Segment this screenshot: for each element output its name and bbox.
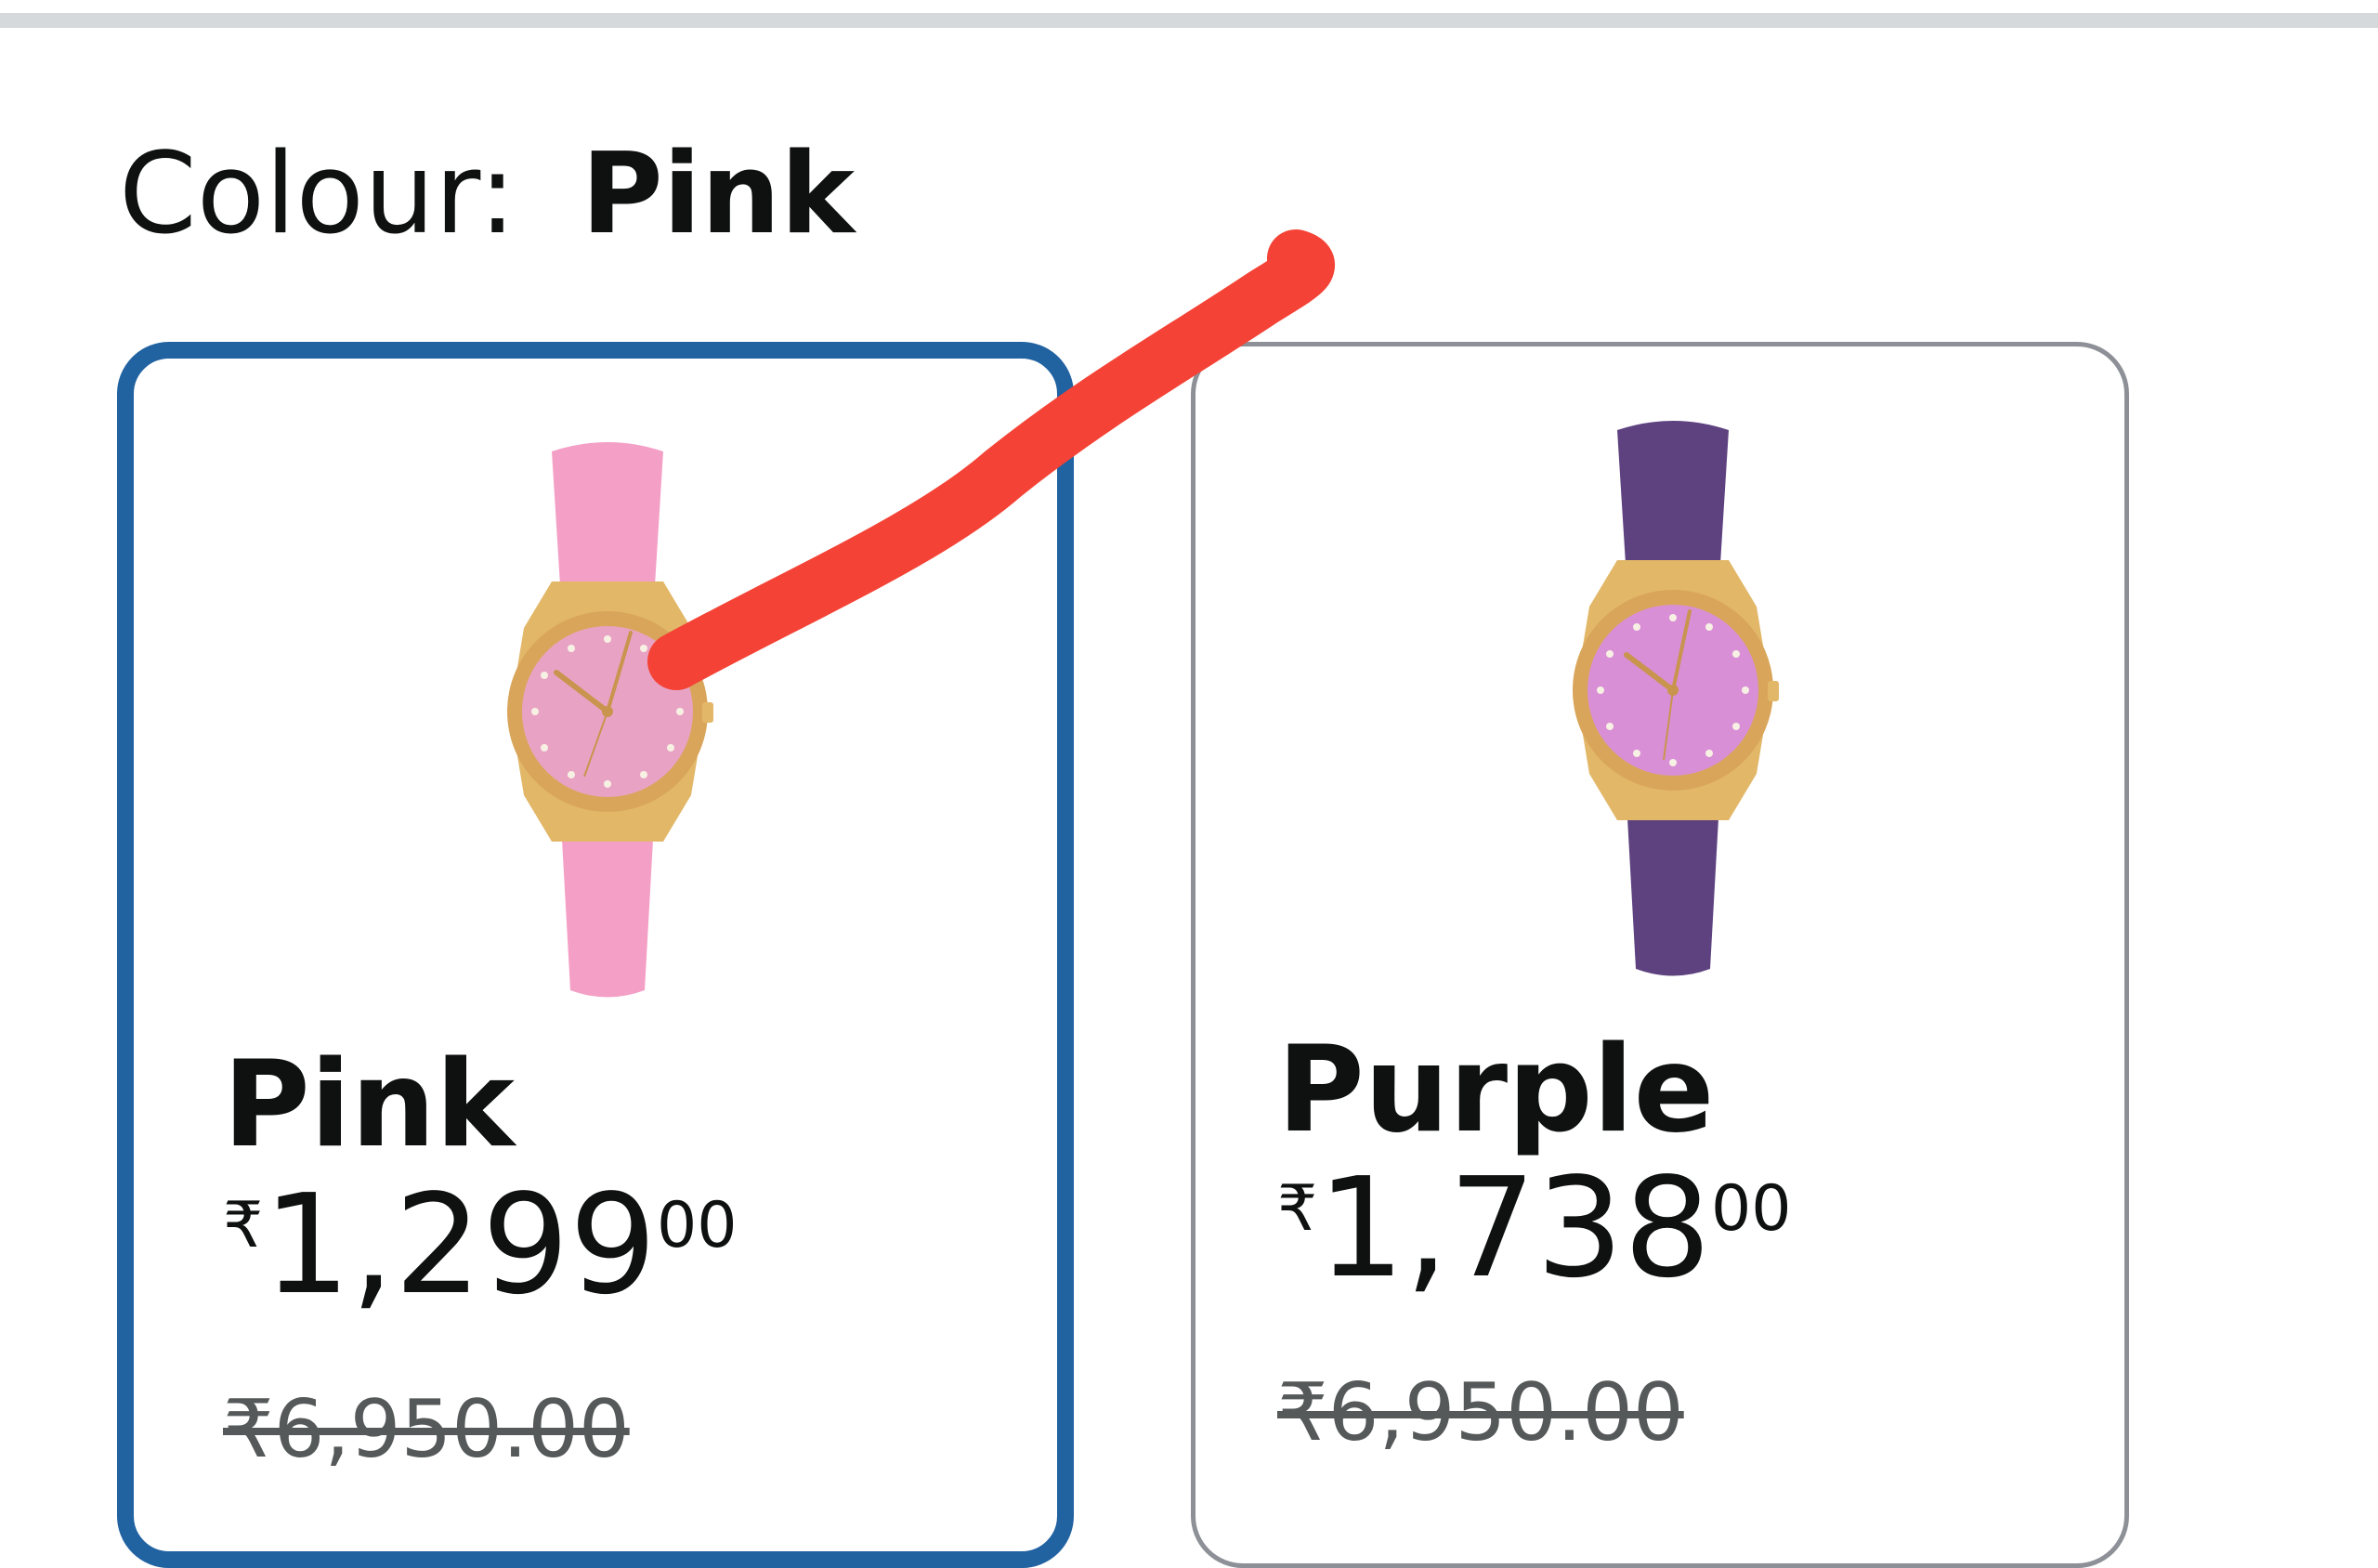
- top-divider: [0, 13, 2378, 28]
- price-fraction: 00: [656, 1189, 738, 1262]
- swatch-purple[interactable]: Purple ₹1,73800 ₹6,950.00: [1191, 342, 2129, 1568]
- watch-purple-image: [1573, 421, 1779, 976]
- price-whole: 1,299: [263, 1165, 657, 1325]
- swatch-name: Purple: [1277, 1021, 1715, 1159]
- swatch-mrp: ₹6,950.00: [223, 1383, 630, 1476]
- price-whole: 1,738: [1317, 1148, 1711, 1308]
- swatch-price: ₹1,29900: [223, 1176, 738, 1313]
- swatch-price: ₹1,73800: [1277, 1159, 1792, 1297]
- price-symbol: ₹: [1277, 1172, 1318, 1246]
- swatch-name: Pink: [223, 1036, 515, 1174]
- watch-pink-image: [507, 442, 713, 998]
- colour-selected-value: Pink: [581, 130, 856, 259]
- price-fraction: 00: [1710, 1172, 1792, 1246]
- colour-label: Colour:: [119, 130, 516, 259]
- swatch-pink[interactable]: Pink ₹1,29900 ₹6,950.00: [117, 342, 1074, 1568]
- price-symbol: ₹: [223, 1189, 264, 1262]
- swatch-mrp: ₹6,950.00: [1277, 1366, 1684, 1459]
- colour-selector-header: Colour: Pink: [119, 139, 855, 251]
